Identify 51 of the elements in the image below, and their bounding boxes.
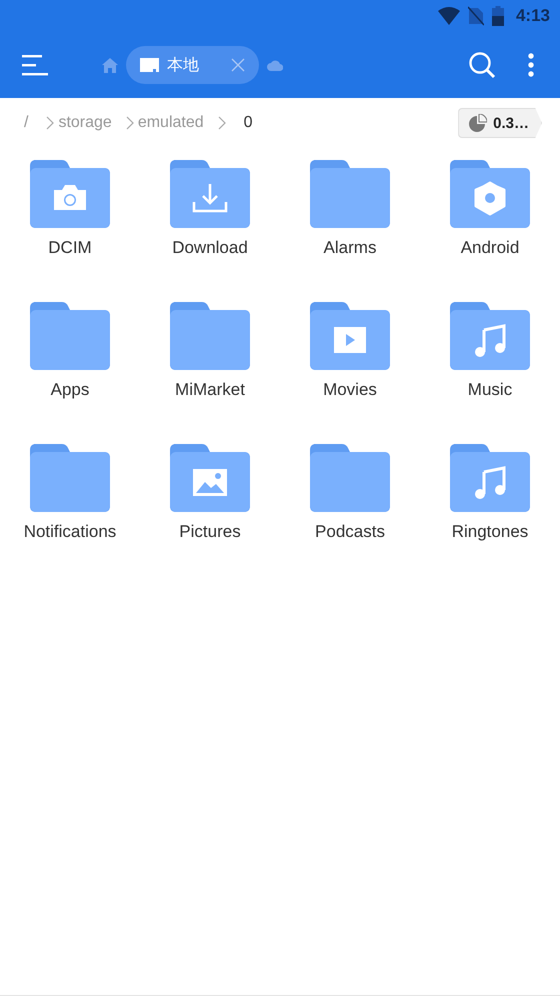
folder-name: Podcasts xyxy=(315,522,385,542)
folder-name: Ringtones xyxy=(452,522,528,542)
folder-name: Download xyxy=(172,238,248,258)
tab-label: 本地 xyxy=(167,56,199,76)
folder-name: Movies xyxy=(323,380,377,400)
folder-icon xyxy=(170,160,250,228)
storage-usage-chip[interactable]: 0.3… xyxy=(458,108,542,138)
folder-icon xyxy=(310,444,390,512)
folder-item[interactable]: Apps xyxy=(0,302,140,430)
folder-name: MiMarket xyxy=(175,380,245,400)
folder-icon xyxy=(450,444,530,512)
folder-name: DCIM xyxy=(48,238,92,258)
folder-item[interactable]: Notifications xyxy=(0,444,140,572)
folder-item[interactable]: MiMarket xyxy=(140,302,280,430)
battery-icon xyxy=(492,6,504,26)
folder-name: Apps xyxy=(50,380,90,400)
chevron-icon xyxy=(126,116,134,130)
sd-card-icon xyxy=(140,58,159,72)
folder-icon xyxy=(170,302,250,370)
search-icon[interactable] xyxy=(469,52,496,78)
folder-icon xyxy=(30,302,110,370)
pie-chart-icon xyxy=(469,114,488,132)
folder-item[interactable]: Podcasts xyxy=(280,444,420,572)
folder-icon xyxy=(30,160,110,228)
wifi-icon xyxy=(438,7,460,25)
folder-item[interactable]: DCIM xyxy=(0,160,140,288)
folder-item[interactable]: Android xyxy=(420,160,560,288)
folder-item[interactable]: Alarms xyxy=(280,160,420,288)
chevron-icon xyxy=(46,116,54,130)
no-sim-icon xyxy=(468,6,484,26)
folder-icon xyxy=(310,160,390,228)
folder-name: Pictures xyxy=(179,522,241,542)
menu-icon[interactable] xyxy=(22,54,48,76)
folder-name: Alarms xyxy=(324,238,376,258)
breadcrumb-item[interactable]: 0 xyxy=(244,114,253,132)
more-options-icon[interactable] xyxy=(528,53,534,77)
folder-item[interactable]: Movies xyxy=(280,302,420,430)
folder-item[interactable]: Music xyxy=(420,302,560,430)
folder-item[interactable]: Pictures xyxy=(140,444,280,572)
chevron-icon xyxy=(218,116,226,130)
folder-item[interactable]: Download xyxy=(140,160,280,288)
folder-icon xyxy=(30,444,110,512)
folder-icon xyxy=(170,444,250,512)
folder-icon xyxy=(310,302,390,370)
clock-time: 4:13 xyxy=(516,6,550,26)
folder-name: Notifications xyxy=(24,522,116,542)
folder-icon xyxy=(450,160,530,228)
folder-item[interactable]: Ringtones xyxy=(420,444,560,572)
folder-name: Music xyxy=(468,380,512,400)
folder-name: Android xyxy=(460,238,520,258)
folder-icon xyxy=(450,302,530,370)
